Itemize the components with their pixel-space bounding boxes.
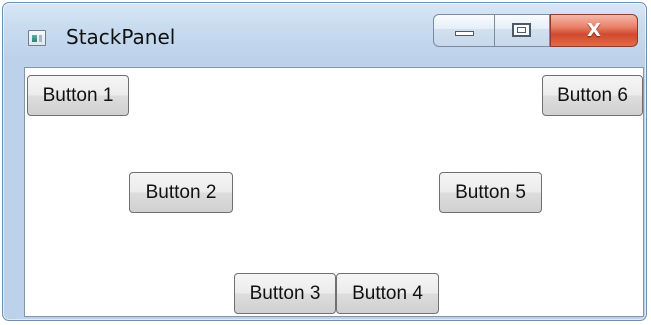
- button-1[interactable]: Button 1: [27, 75, 129, 116]
- window-title: StackPanel: [66, 25, 176, 49]
- close-icon: X: [587, 20, 601, 41]
- maximize-button[interactable]: [495, 14, 550, 47]
- minimize-button[interactable]: [433, 14, 495, 47]
- button-3[interactable]: Button 3: [234, 273, 336, 314]
- button-4[interactable]: Button 4: [336, 273, 439, 314]
- close-button[interactable]: X: [550, 14, 638, 47]
- button-2[interactable]: Button 2: [129, 172, 233, 213]
- title-bar[interactable]: StackPanel X: [3, 3, 646, 65]
- app-icon: [28, 30, 46, 46]
- app-window: StackPanel X Button 1 Button 2 Button 3 …: [2, 2, 647, 321]
- button-6[interactable]: Button 6: [542, 75, 643, 116]
- stack-panel-content: Button 1 Button 2 Button 3 Button 4 Butt…: [24, 67, 644, 317]
- minimize-icon: [455, 31, 474, 36]
- button-5[interactable]: Button 5: [439, 172, 542, 213]
- maximize-icon: [512, 23, 531, 37]
- caption-buttons: X: [433, 14, 638, 47]
